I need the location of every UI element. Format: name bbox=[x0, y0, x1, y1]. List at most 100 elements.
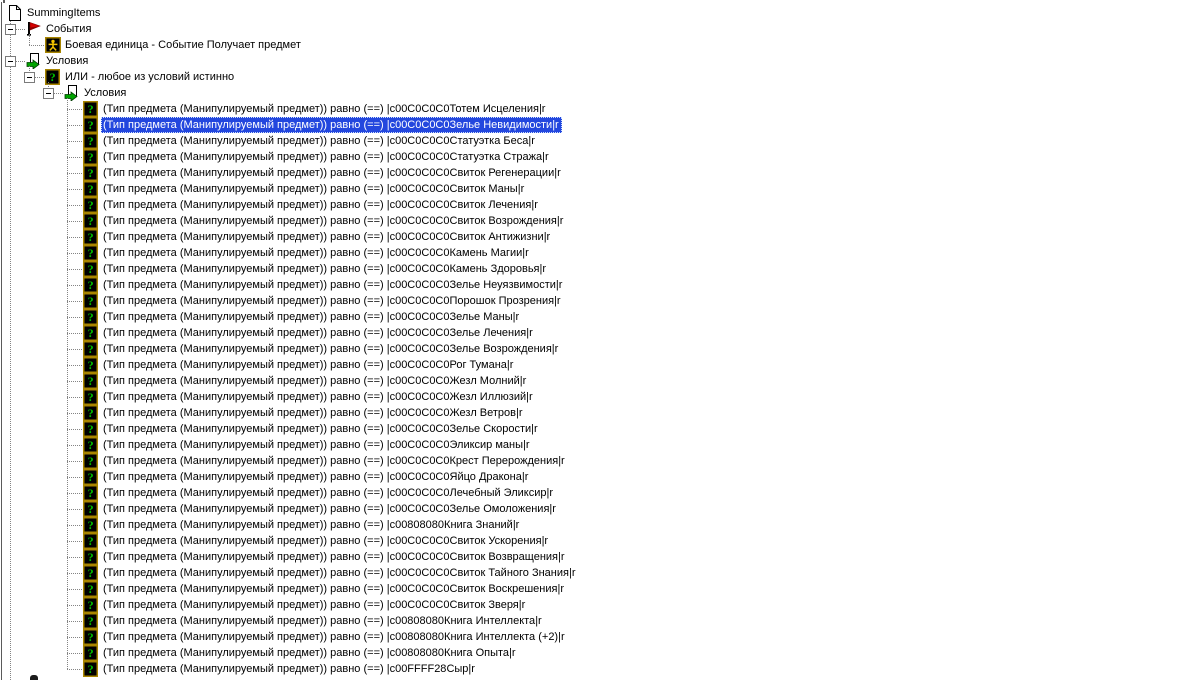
svg-text:?: ? bbox=[88, 182, 94, 196]
condition-question-icon: ? bbox=[83, 197, 99, 213]
tree-line-horizontal bbox=[67, 253, 82, 254]
condition-row[interactable]: ? (Тип предмета (Манипулируемый предмет))… bbox=[0, 341, 1193, 357]
condition-row[interactable]: ? (Тип предмета (Манипулируемый предмет))… bbox=[0, 373, 1193, 389]
trigger-root-row[interactable]: SummingItems bbox=[0, 5, 1193, 21]
label-text: Зелье Омоложения bbox=[449, 503, 550, 515]
condition-row[interactable]: ? (Тип предмета (Манипулируемый предмет))… bbox=[0, 485, 1193, 501]
condition-row[interactable]: ? (Тип предмета (Манипулируемый предмет))… bbox=[0, 229, 1193, 245]
condition-row[interactable]: ? (Тип предмета (Манипулируемый предмет))… bbox=[0, 197, 1193, 213]
conditions-category-row-label: Условия bbox=[44, 53, 91, 69]
label-text: |r bbox=[517, 183, 525, 195]
label-text: |r bbox=[531, 199, 538, 211]
condition-row[interactable]: ? (Тип предмета (Манипулируемый предмет))… bbox=[0, 245, 1193, 261]
label-text: (Тип предмета (Манипулируемый предмет)) … bbox=[103, 567, 387, 579]
conditions-group-row[interactable]: Условия bbox=[0, 85, 1193, 101]
condition-row[interactable]: ? (Тип предмета (Манипулируемый предмет))… bbox=[0, 613, 1193, 629]
label-text: Порошок Прозрения bbox=[449, 295, 555, 307]
condition-row[interactable]: ? (Тип предмета (Манипулируемый предмет))… bbox=[0, 565, 1193, 581]
condition-row[interactable]: ? (Тип предмета (Манипулируемый предмет))… bbox=[0, 437, 1193, 453]
label-text: Свиток Зверя bbox=[449, 599, 519, 611]
svg-text:?: ? bbox=[88, 486, 94, 500]
label-text: |r bbox=[526, 391, 533, 403]
unit-event-icon bbox=[45, 37, 61, 53]
condition-row-label: (Тип предмета (Манипулируемый предмет)) … bbox=[101, 453, 568, 469]
label-text: |r bbox=[538, 103, 546, 115]
condition-row[interactable]: ? (Тип предмета (Манипулируемый предмет))… bbox=[0, 277, 1193, 293]
condition-row[interactable]: ? (Тип предмета (Манипулируемый предмет))… bbox=[0, 469, 1193, 485]
condition-row[interactable]: ? (Тип предмета (Манипулируемый предмет))… bbox=[0, 549, 1193, 565]
condition-row[interactable]: ? (Тип предмета (Манипулируемый предмет))… bbox=[0, 405, 1193, 421]
condition-row[interactable]: ? (Тип предмета (Манипулируемый предмет))… bbox=[0, 261, 1193, 277]
condition-row[interactable]: ? (Тип предмета (Манипулируемый предмет))… bbox=[0, 293, 1193, 309]
tree-line-horizontal bbox=[67, 237, 82, 238]
label-text: |c00C0C0C0 bbox=[386, 487, 450, 499]
condition-row-label: (Тип предмета (Манипулируемый предмет)) … bbox=[101, 229, 553, 245]
tree-line-horizontal bbox=[67, 269, 82, 270]
label-text: |r bbox=[542, 151, 549, 163]
label-text: |c00C0C0C0 bbox=[386, 167, 450, 179]
condition-question-icon: ? bbox=[83, 517, 99, 533]
label-text: |r bbox=[543, 231, 551, 243]
events-category-row[interactable]: События bbox=[0, 21, 1193, 37]
conditions-category-row[interactable]: Условия bbox=[0, 53, 1193, 69]
svg-text:?: ? bbox=[88, 278, 94, 292]
condition-row[interactable]: ? (Тип предмета (Манипулируемый предмет))… bbox=[0, 357, 1193, 373]
label-text: |r bbox=[558, 551, 565, 563]
tree-line-horizontal bbox=[67, 205, 82, 206]
label-text: Свиток Возвращения bbox=[449, 551, 559, 563]
condition-row[interactable]: ? (Тип предмета (Манипулируемый предмет))… bbox=[0, 101, 1193, 117]
label-text: |r bbox=[558, 455, 565, 467]
label-text: |r bbox=[512, 311, 520, 323]
condition-question-icon: ? bbox=[83, 549, 99, 565]
condition-row[interactable]: ? (Тип предмета (Манипулируемый предмет))… bbox=[0, 165, 1193, 181]
label-text: События bbox=[46, 23, 92, 35]
condition-question-icon: ? bbox=[83, 309, 99, 325]
label-text: Лечебный Эликсир bbox=[449, 487, 547, 499]
condition-row[interactable]: ? (Тип предмета (Манипулируемый предмет))… bbox=[0, 133, 1193, 149]
svg-text:?: ? bbox=[88, 470, 94, 484]
tree-line-horizontal bbox=[67, 109, 82, 110]
label-text: |r bbox=[528, 135, 535, 147]
condition-row[interactable]: ? (Тип предмета (Манипулируемый предмет))… bbox=[0, 453, 1193, 469]
tree-line-horizontal bbox=[67, 541, 82, 542]
condition-row[interactable]: ? (Тип предмета (Манипулируемый предмет))… bbox=[0, 533, 1193, 549]
label-text: |r bbox=[506, 359, 514, 371]
condition-row[interactable]: ? (Тип предмета (Манипулируемый предмет))… bbox=[0, 517, 1193, 533]
label-text: |c00C0C0C0 bbox=[386, 103, 450, 115]
svg-text:?: ? bbox=[88, 454, 94, 468]
label-text: |c00C0C0C0 bbox=[386, 247, 450, 259]
condition-row[interactable]: ? (Тип предмета (Манипулируемый предмет))… bbox=[0, 629, 1193, 645]
condition-row[interactable]: ? (Тип предмета (Манипулируемый предмет))… bbox=[0, 309, 1193, 325]
document-icon bbox=[7, 5, 23, 21]
expand-box-or[interactable] bbox=[24, 72, 35, 83]
condition-row[interactable]: ? (Тип предмета (Манипулируемый предмет))… bbox=[0, 581, 1193, 597]
condition-row[interactable]: ? (Тип предмета (Манипулируемый предмет))… bbox=[0, 597, 1193, 613]
svg-text:?: ? bbox=[88, 518, 94, 532]
or-condition-row[interactable]: ? ИЛИ - любое из условий истинно bbox=[0, 69, 1193, 85]
label-text: |c00C0C0C0 bbox=[386, 343, 450, 355]
condition-row[interactable]: ? (Тип предмета (Манипулируемый предмет))… bbox=[0, 149, 1193, 165]
condition-row[interactable]: ? (Тип предмета (Манипулируемый предмет))… bbox=[0, 645, 1193, 661]
label-text: |r bbox=[516, 407, 523, 419]
condition-row[interactable]: ? (Тип предмета (Манипулируемый предмет))… bbox=[0, 181, 1193, 197]
condition-row[interactable]: ? (Тип предмета (Манипулируемый предмет))… bbox=[0, 661, 1193, 677]
condition-row[interactable]: ? (Тип предмета (Манипулируемый предмет))… bbox=[0, 421, 1193, 437]
expand-box-events[interactable] bbox=[5, 24, 16, 35]
condition-row[interactable]: ? (Тип предмета (Манипулируемый предмет))… bbox=[0, 117, 1193, 133]
tree-line-horizontal bbox=[29, 45, 44, 46]
event-item-row[interactable]: Боевая единица - Событие Получает предме… bbox=[0, 37, 1193, 53]
condition-row-label: (Тип предмета (Манипулируемый предмет)) … bbox=[101, 421, 541, 437]
trigger-tree: SummingItems События Боевая единица - Собы… bbox=[0, 0, 1193, 680]
tree-line-horizontal bbox=[67, 477, 82, 478]
condition-row[interactable]: ? (Тип предмета (Манипулируемый предмет))… bbox=[0, 325, 1193, 341]
svg-text:?: ? bbox=[88, 230, 94, 244]
condition-row[interactable]: ? (Тип предмета (Манипулируемый предмет))… bbox=[0, 501, 1193, 517]
expand-box-conditions[interactable] bbox=[5, 56, 16, 67]
condition-question-icon: ? bbox=[83, 533, 99, 549]
label-text: Крест Перерождения bbox=[449, 455, 559, 467]
label-text: |r bbox=[549, 503, 556, 515]
expand-box-conditions-group[interactable] bbox=[43, 88, 54, 99]
condition-row[interactable]: ? (Тип предмета (Манипулируемый предмет))… bbox=[0, 213, 1193, 229]
condition-row[interactable]: ? (Тип предмета (Манипулируемый предмет))… bbox=[0, 389, 1193, 405]
label-text: Жезл Ветров bbox=[449, 407, 517, 419]
